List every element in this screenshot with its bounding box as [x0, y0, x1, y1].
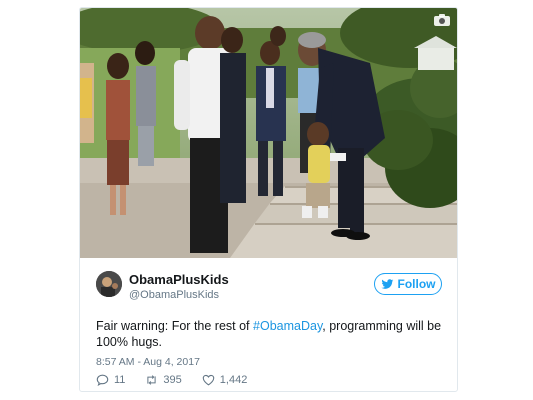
- hashtag-link[interactable]: #ObamaDay: [253, 319, 322, 333]
- tweet-actions: 11 395 1,442: [96, 374, 247, 386]
- tweet-photo[interactable]: [80, 8, 457, 258]
- camera-icon: [434, 14, 450, 26]
- photo-image: [80, 8, 457, 258]
- reply-count: 11: [114, 374, 126, 386]
- avatar-image: [96, 271, 122, 297]
- avatar[interactable]: [96, 271, 122, 297]
- tweet-timestamp[interactable]: 8:57 AM - Aug 4, 2017: [96, 356, 200, 368]
- retweet-count: 395: [163, 374, 182, 386]
- follow-label: Follow: [397, 277, 436, 291]
- user-handle[interactable]: @ObamaPlusKids: [129, 289, 219, 301]
- like-action[interactable]: 1,442: [202, 374, 248, 386]
- reply-action[interactable]: 11: [96, 374, 125, 386]
- retweet-icon: [147, 375, 157, 385]
- retweet-action[interactable]: 395: [145, 374, 182, 386]
- tweet-body: ObamaPlusKids @ObamaPlusKids Follow Fair…: [80, 258, 457, 391]
- twitter-bird-icon: [380, 278, 393, 289]
- reply-icon: [96, 374, 109, 386]
- follow-button[interactable]: Follow: [374, 273, 442, 295]
- tweet-text: Fair warning: For the rest of #ObamaDay,…: [96, 318, 446, 350]
- tweet-card: ObamaPlusKids @ObamaPlusKids Follow Fair…: [79, 7, 458, 392]
- heart-icon: [202, 374, 215, 386]
- display-name[interactable]: ObamaPlusKids: [129, 272, 229, 287]
- tweet-text-before: Fair warning: For the rest of: [96, 319, 254, 333]
- like-count: 1,442: [219, 374, 248, 386]
